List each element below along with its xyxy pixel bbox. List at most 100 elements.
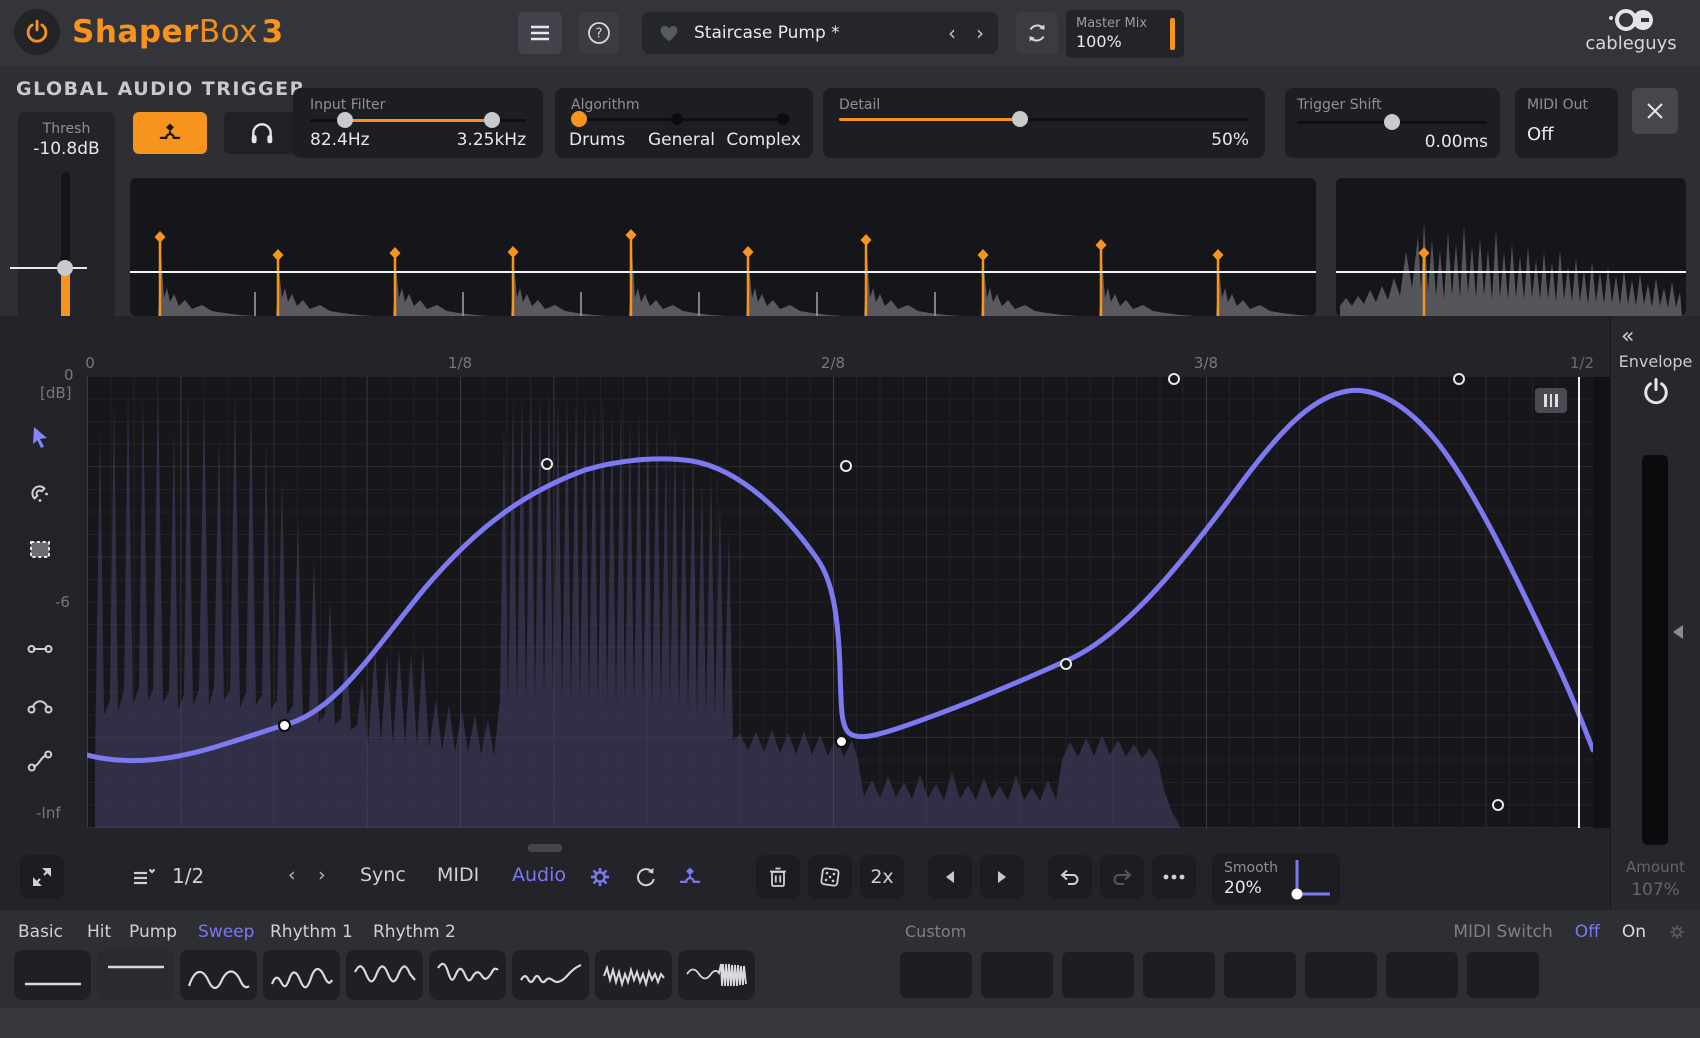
- wave-list-button[interactable]: [122, 855, 166, 899]
- wave-prev-button[interactable]: ‹: [288, 864, 296, 886]
- midi-switch-off[interactable]: Off: [1575, 922, 1600, 942]
- randomize-button[interactable]: [808, 855, 852, 899]
- wave-shape-jagged-noise[interactable]: [595, 950, 672, 1000]
- tab-hit[interactable]: Hit: [87, 922, 111, 942]
- custom-wave-slot[interactable]: [1305, 952, 1377, 998]
- smooth-control[interactable]: Smooth 20%: [1212, 853, 1340, 905]
- wave-shape-two-humps[interactable]: [180, 950, 257, 1000]
- custom-wave-slot[interactable]: [1224, 952, 1296, 998]
- tool-arc-button[interactable]: [18, 683, 62, 727]
- envelope-slider-arrow-icon[interactable]: [1673, 625, 1683, 639]
- loop-grip-handle[interactable]: [1535, 388, 1567, 413]
- algorithm-complex-dot[interactable]: [777, 113, 789, 125]
- midi-switch-settings-icon[interactable]: [1668, 923, 1686, 941]
- lfo-canvas[interactable]: [87, 377, 1593, 828]
- algorithm-drums-dot[interactable]: [571, 111, 587, 127]
- custom-wave-slot[interactable]: [981, 952, 1053, 998]
- detail-slider-handle[interactable]: [1012, 111, 1028, 127]
- ab-compare-button[interactable]: [1016, 12, 1058, 54]
- trigger-listen-button[interactable]: [224, 112, 300, 154]
- algorithm-option-complex[interactable]: Complex: [726, 130, 801, 150]
- wave-shape-decaying-waves[interactable]: [429, 950, 506, 1000]
- input-filter-low-value: 82.4Hz: [310, 130, 370, 150]
- trigger-shift-handle[interactable]: [1384, 114, 1400, 130]
- wave-shape-triple-wave[interactable]: [346, 950, 423, 1000]
- threshold-slider-handle[interactable]: [57, 260, 73, 276]
- panel-grip-notch[interactable]: [528, 844, 562, 852]
- wave-shape-wave-burst[interactable]: [678, 950, 755, 1000]
- master-mix-control[interactable]: Master Mix 100%: [1066, 10, 1184, 58]
- midi-out-label: MIDI Out: [1527, 97, 1588, 113]
- undo-button[interactable]: [1048, 855, 1092, 899]
- trigger-waveform-display-aux[interactable]: [1336, 178, 1686, 316]
- tool-snap-button[interactable]: [18, 472, 62, 516]
- tab-rhythm2[interactable]: Rhythm 2: [373, 922, 456, 942]
- tool-scurve-button[interactable]: [18, 739, 62, 783]
- trigger-waveform-display[interactable]: [130, 178, 1316, 316]
- custom-wave-slot[interactable]: [900, 952, 972, 998]
- more-options-button[interactable]: [1152, 855, 1196, 899]
- tab-rhythm1[interactable]: Rhythm 1: [270, 922, 353, 942]
- algorithm-general-dot[interactable]: [671, 113, 683, 125]
- tab-basic[interactable]: Basic: [18, 922, 63, 942]
- tab-pump[interactable]: Pump: [129, 922, 177, 942]
- wave-shape-flat-high[interactable]: [97, 950, 174, 1000]
- tool-select-button[interactable]: [18, 528, 62, 572]
- custom-wave-slot[interactable]: [1386, 952, 1458, 998]
- main-menu-button[interactable]: [518, 12, 562, 54]
- wave-next-button[interactable]: ›: [318, 864, 326, 886]
- wave-shape-flat-low[interactable]: [14, 950, 91, 1000]
- smooth-slider[interactable]: [1290, 858, 1336, 902]
- fullscreen-button[interactable]: [20, 855, 64, 899]
- preset-prev-button[interactable]: ‹: [938, 21, 966, 45]
- favorite-heart-icon[interactable]: [658, 23, 680, 43]
- tool-line-button[interactable]: [18, 627, 62, 671]
- midi-switch-on[interactable]: On: [1622, 922, 1646, 942]
- plugin-power-button[interactable]: [14, 9, 60, 55]
- midi-out-panel[interactable]: MIDI Out Off: [1515, 88, 1618, 158]
- mode-audio[interactable]: Audio: [512, 864, 566, 886]
- close-trigger-section-button[interactable]: [1632, 88, 1678, 134]
- shift-left-button[interactable]: [928, 855, 972, 899]
- audio-trigger-enable-button[interactable]: [133, 112, 207, 154]
- cycle-arrows-icon: [1025, 21, 1049, 45]
- preset-next-button[interactable]: ›: [966, 21, 998, 45]
- algorithm-option-general[interactable]: General: [648, 130, 715, 150]
- wave-shape-ripple-rise[interactable]: [512, 950, 589, 1000]
- algorithm-option-drums[interactable]: Drums: [569, 130, 625, 150]
- cableguys-logo: cableguys: [1576, 8, 1686, 54]
- input-filter-high-handle[interactable]: [484, 112, 500, 128]
- detail-panel: Detail 50%: [823, 88, 1265, 158]
- threshold-label: Thresh: [18, 121, 115, 137]
- timeline-label-3-8: 3/8: [1194, 354, 1218, 372]
- custom-wave-slot[interactable]: [1143, 952, 1215, 998]
- wave-shape-rising-waves[interactable]: [263, 950, 340, 1000]
- audio-trigger-toolbar-button[interactable]: [668, 855, 712, 899]
- help-button[interactable]: ?: [579, 12, 619, 54]
- wave-length-value[interactable]: 1/2: [172, 864, 204, 888]
- loop-end-line[interactable]: [1578, 377, 1580, 828]
- trigger-settings-button[interactable]: [578, 855, 622, 899]
- envelope-amount-slider[interactable]: [1642, 455, 1668, 845]
- collapse-panel-button[interactable]: «: [1621, 324, 1634, 349]
- master-mix-slider[interactable]: [1170, 18, 1175, 50]
- preset-selector[interactable]: Staircase Pump * ‹ ›: [642, 12, 998, 54]
- custom-wave-slot[interactable]: [1467, 952, 1539, 998]
- input-filter-low-handle[interactable]: [337, 112, 353, 128]
- tab-sweep[interactable]: Sweep: [198, 922, 254, 942]
- mode-sync[interactable]: Sync: [360, 864, 406, 886]
- ellipsis-icon: [1162, 873, 1186, 881]
- double-wave-button[interactable]: 2x: [860, 855, 904, 899]
- retrigger-loop-button[interactable]: [624, 855, 668, 899]
- marquee-icon: [28, 539, 52, 561]
- svg-text:?: ?: [596, 27, 603, 42]
- shift-right-button[interactable]: [980, 855, 1024, 899]
- redo-button[interactable]: [1100, 855, 1144, 899]
- mode-midi[interactable]: MIDI: [437, 864, 479, 886]
- threshold-value: -10.8dB: [18, 139, 115, 159]
- custom-wave-slot[interactable]: [1062, 952, 1134, 998]
- tool-cursor-button[interactable]: [18, 415, 62, 459]
- algorithm-slider[interactable]: [578, 118, 790, 121]
- envelope-power-button[interactable]: [1641, 377, 1671, 407]
- delete-wave-button[interactable]: [756, 855, 800, 899]
